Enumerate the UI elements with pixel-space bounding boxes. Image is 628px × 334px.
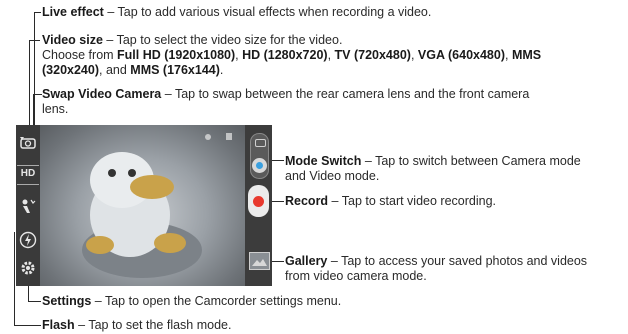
annotation-live-effect: Live effect – Tap to add various visual … <box>42 5 432 19</box>
toy-figure-image <box>82 133 232 278</box>
gallery-thumbnail[interactable] <box>249 252 270 270</box>
leader-settings-h <box>28 301 41 302</box>
hd-label: HD <box>20 168 36 179</box>
video-mode-icon <box>256 162 263 169</box>
annotation-gallery: Gallery – Tap to access your saved photo… <box>285 254 588 283</box>
viewfinder <box>40 125 245 286</box>
annotation-flash: Flash – Tap to set the flash mode. <box>42 318 232 332</box>
record-button[interactable] <box>248 185 269 217</box>
annotation-video-size: Video size – Tap to select the video siz… <box>42 33 542 77</box>
mode-switch[interactable] <box>250 133 269 179</box>
settings-gear-icon[interactable] <box>19 259 37 277</box>
camera-mode-icon <box>255 139 266 147</box>
mode-switch-knob <box>252 158 267 173</box>
swap-camera-icon[interactable] <box>18 135 38 151</box>
annotation-settings: Settings – Tap to open the Camcorder set… <box>42 294 342 308</box>
right-toolbar <box>245 125 272 286</box>
annotation-mode-switch: Mode Switch – Tap to switch between Came… <box>285 154 581 183</box>
flash-icon[interactable] <box>19 231 37 249</box>
leader-flash <box>14 232 15 325</box>
leader-live-effect-h <box>34 12 41 13</box>
left-toolbar: HD <box>16 125 40 286</box>
annotation-record: Record – Tap to start video recording. <box>285 194 496 208</box>
live-effect-icon[interactable] <box>18 197 38 215</box>
annotation-swap-camera: Swap Video Camera – Tap to swap between … <box>42 87 530 116</box>
leader-swap-h <box>33 94 42 95</box>
leader-video-size-h <box>29 40 40 41</box>
leader-live-effect <box>34 12 35 127</box>
record-dot <box>253 196 264 207</box>
leader-flash-h <box>14 325 41 326</box>
video-size-button[interactable]: HD <box>17 165 39 185</box>
camcorder-screen: HD <box>16 125 272 286</box>
